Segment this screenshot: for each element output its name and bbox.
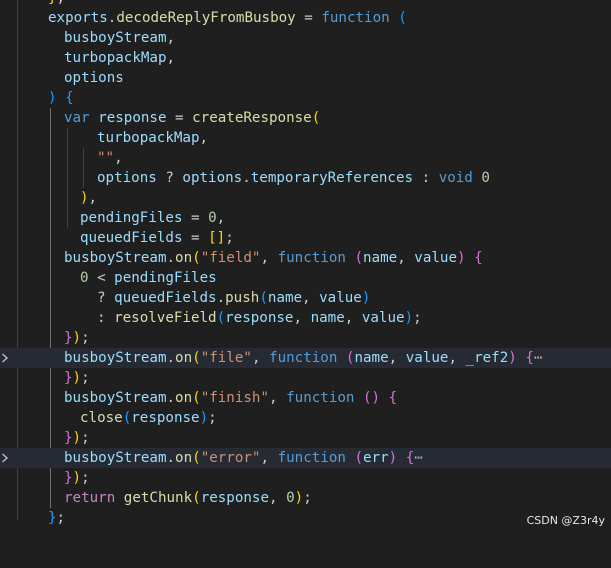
code-line[interactable]: }); (0, 328, 611, 348)
code-line[interactable]: }); (0, 468, 611, 488)
code-line[interactable]: ) { (0, 88, 611, 108)
code-line[interactable]: busboyStream.on("finish", function () { (0, 388, 611, 408)
code-editor[interactable]: }; exports.decodeReplyFromBusboy = funct… (0, 0, 611, 533)
watermark: CSDN @Z3r4y (524, 514, 607, 527)
code-line[interactable]: exports.decodeReplyFromBusboy = function… (0, 8, 611, 28)
code-line[interactable]: pendingFiles = 0, (0, 208, 611, 228)
code-line[interactable]: close(response); (0, 408, 611, 428)
code-line[interactable]: turbopackMap, (0, 128, 611, 148)
code-line[interactable]: turbopackMap, (0, 48, 611, 68)
code-line[interactable]: busboyStream, (0, 28, 611, 48)
code-line-folded[interactable]: busboyStream.on("error", function (err) … (0, 448, 611, 468)
code-line[interactable]: options ? options.temporaryReferences : … (0, 168, 611, 188)
code-line[interactable]: 0 < pendingFiles (0, 268, 611, 288)
code-line[interactable]: busboyStream.on("field", function (name,… (0, 248, 611, 268)
brace: } (48, 0, 57, 6)
code-line[interactable]: }); (0, 368, 611, 388)
folded-ellipsis[interactable]: ⋯ (414, 450, 423, 466)
folded-ellipsis[interactable]: ⋯ (534, 350, 543, 366)
code-line[interactable]: }; (0, 0, 611, 8)
code-line[interactable]: "", (0, 148, 611, 168)
code-line[interactable]: queuedFields = []; (0, 228, 611, 248)
keyword: function (321, 10, 390, 26)
function-name: decodeReplyFromBusboy (116, 10, 296, 26)
code-line[interactable]: options (0, 68, 611, 88)
code-line[interactable]: return getChunk(response, 0); (0, 488, 611, 508)
code-line-folded[interactable]: busboyStream.on("file", function (name, … (0, 348, 611, 368)
code-line[interactable]: : resolveField(response, name, value); (0, 308, 611, 328)
chevron-right-icon[interactable] (1, 348, 11, 368)
code-line[interactable]: var response = createResponse( (0, 108, 611, 128)
code-line[interactable]: ? queuedFields.push(name, value) (0, 288, 611, 308)
chevron-right-icon[interactable] (1, 448, 11, 468)
code-line[interactable]: }); (0, 428, 611, 448)
code-line[interactable]: ), (0, 188, 611, 208)
code-line[interactable]: }; (0, 508, 611, 528)
